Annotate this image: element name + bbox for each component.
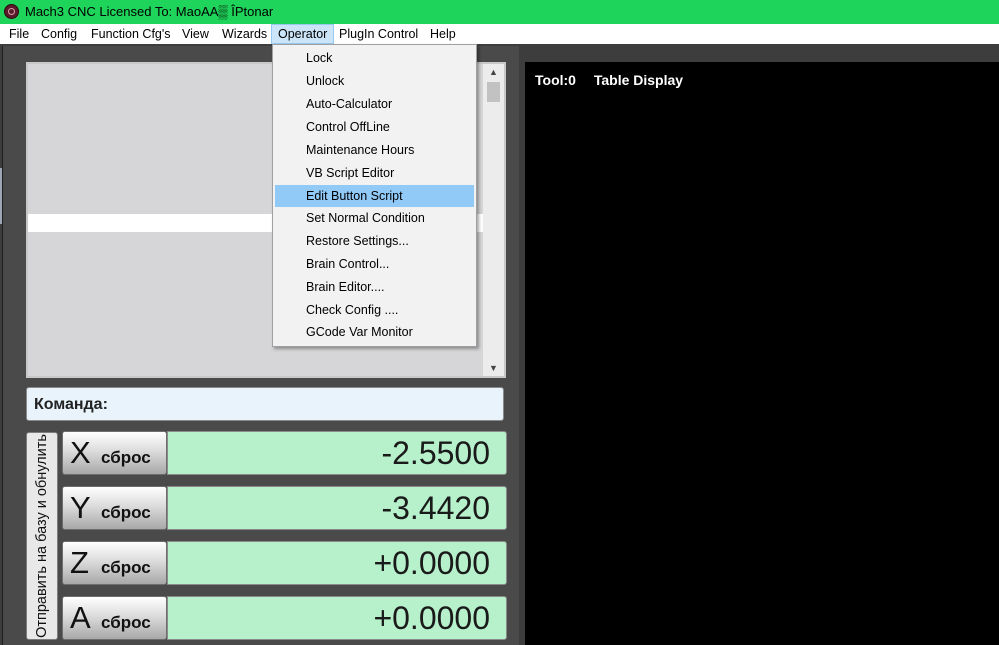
menu-item-maintenance-hours[interactable]: Maintenance Hours [275, 139, 474, 161]
scroll-down-arrow-icon[interactable]: ▼ [483, 360, 504, 376]
menu-item-auto-calculator[interactable]: Auto-Calculator [275, 93, 474, 115]
menu-item-check-config[interactable]: Check Config .... [275, 299, 474, 321]
menu-item-control-offline[interactable]: Control OffLine [275, 116, 474, 138]
ref-a-button[interactable]: A сброс [62, 596, 167, 640]
menu-item-restore-settings[interactable]: Restore Settings... [275, 230, 474, 252]
menu-item-brain-editor[interactable]: Brain Editor.... [275, 276, 474, 298]
menu-view[interactable]: View [176, 24, 215, 44]
axis-letter: Y [70, 490, 91, 525]
dro-z-value: +0.0000 [373, 545, 490, 581]
menu-wizards[interactable]: Wizards [216, 24, 273, 44]
menu-item-gcode-var-monitor[interactable]: GCode Var Monitor [275, 321, 474, 343]
menu-file[interactable]: File [3, 24, 35, 44]
toolpath-info: Tool:0 Table Display [535, 72, 697, 88]
dro-a-value: +0.0000 [373, 600, 490, 636]
menu-item-lock[interactable]: Lock [275, 47, 474, 69]
dro-x[interactable]: -2.5500 [167, 431, 507, 475]
axis-letter: Z [70, 545, 89, 580]
ref-label: сброс [101, 448, 151, 467]
menu-help[interactable]: Help [424, 24, 462, 44]
axis-row-a: A сброс +0.0000 [62, 596, 507, 640]
dro-y[interactable]: -3.4420 [167, 486, 507, 530]
ref-label: сброс [101, 613, 151, 632]
command-label: Команда: [34, 396, 108, 413]
toolpath-display[interactable]: Tool:0 Table Display [525, 62, 999, 645]
menu-config[interactable]: Config [35, 24, 83, 44]
axis-row-x: X сброс -2.5500 [62, 431, 507, 475]
menu-function-cfgs[interactable]: Function Cfg's [85, 24, 177, 44]
menu-operator[interactable]: Operator [271, 24, 335, 44]
mach3-app-icon [4, 4, 19, 19]
menu-item-edit-button-script[interactable]: Edit Button Script [275, 185, 474, 207]
scroll-thumb[interactable] [487, 82, 500, 102]
dro-y-value: -3.4420 [381, 490, 490, 526]
axis-letter: A [70, 600, 91, 635]
dro-z[interactable]: +0.0000 [167, 541, 507, 585]
menu-plugin-control[interactable]: PlugIn Control [333, 24, 424, 44]
ref-label: сброс [101, 558, 151, 577]
ref-all-label: Отправить на базу и обнулить [34, 434, 50, 638]
window-title: Mach3 CNC Licensed To: MaoAA▒ ÎPtonar [25, 4, 274, 19]
table-display-label: Table Display [593, 72, 684, 88]
scroll-up-arrow-icon[interactable]: ▲ [483, 64, 504, 80]
ref-z-button[interactable]: Z сброс [62, 541, 167, 585]
menu-item-vb-script-editor[interactable]: VB Script Editor [275, 162, 474, 184]
title-bar: Mach3 CNC Licensed To: MaoAA▒ ÎPtonar [0, 0, 999, 24]
command-input[interactable]: Команда: [26, 387, 504, 421]
dro-a[interactable]: +0.0000 [167, 596, 507, 640]
dro-x-value: -2.5500 [381, 435, 490, 471]
menu-bar: File Config Function Cfg's View Wizards … [0, 24, 999, 44]
axis-row-z: Z сброс +0.0000 [62, 541, 507, 585]
operator-menu-dropdown: Lock Unlock Auto-Calculator Control OffL… [272, 44, 477, 347]
menu-item-set-normal-condition[interactable]: Set Normal Condition [275, 207, 474, 229]
menu-item-brain-control[interactable]: Brain Control... [275, 253, 474, 275]
gcode-scrollbar[interactable]: ▲ ▼ [483, 64, 504, 376]
axis-row-y: Y сброс -3.4420 [62, 486, 507, 530]
axis-letter: X [70, 435, 91, 470]
ref-all-home-button[interactable]: Отправить на базу и обнулить [26, 432, 58, 640]
tool-number: Tool:0 [535, 72, 576, 88]
ref-y-button[interactable]: Y сброс [62, 486, 167, 530]
ref-x-button[interactable]: X сброс [62, 431, 167, 475]
ref-label: сброс [101, 503, 151, 522]
menu-item-unlock[interactable]: Unlock [275, 70, 474, 92]
